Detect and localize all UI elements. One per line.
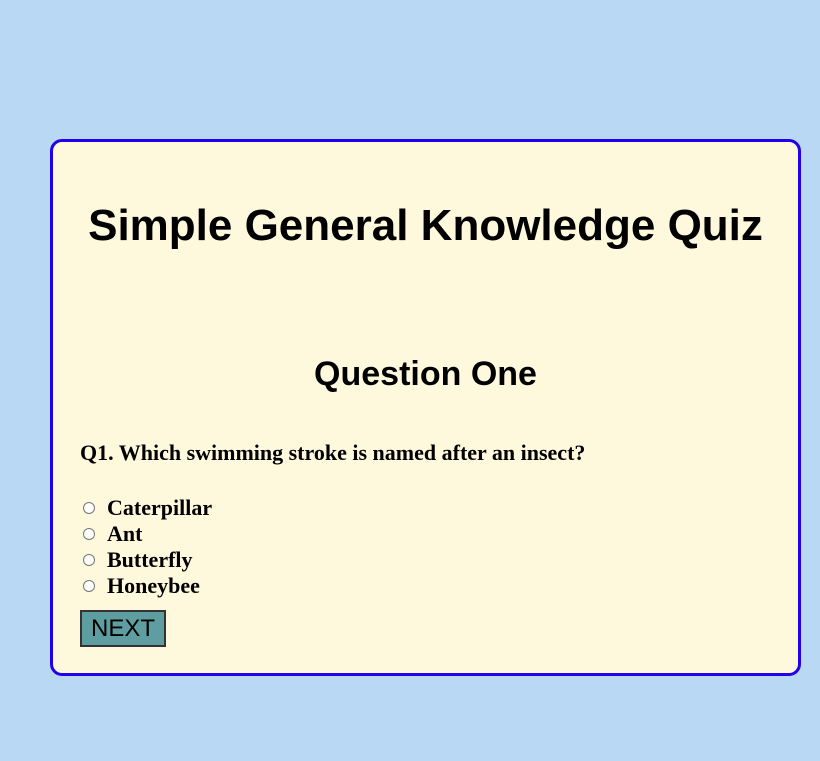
- option-label[interactable]: Butterfly: [107, 547, 193, 573]
- quiz-title: Simple General Knowledge Quiz: [88, 201, 763, 250]
- option-honeybee[interactable]: Honeybee: [83, 573, 212, 599]
- option-label[interactable]: Honeybee: [107, 573, 200, 599]
- option-label[interactable]: Caterpillar: [107, 495, 212, 521]
- question-text: Q1. Which swimming stroke is named after…: [80, 440, 586, 465]
- radio-button-icon[interactable]: [83, 554, 95, 566]
- option-ant[interactable]: Ant: [83, 521, 212, 547]
- option-butterfly[interactable]: Butterfly: [83, 547, 212, 573]
- option-caterpillar[interactable]: Caterpillar: [83, 495, 212, 521]
- question-heading: Question One: [314, 355, 537, 393]
- option-label[interactable]: Ant: [107, 521, 142, 547]
- answer-options: Caterpillar Ant Butterfly Honeybee: [83, 495, 212, 599]
- quiz-card: Simple General Knowledge Quiz Question O…: [50, 139, 801, 676]
- radio-button-icon[interactable]: [83, 580, 95, 592]
- next-button[interactable]: NEXT: [80, 610, 166, 647]
- radio-button-icon[interactable]: [83, 528, 95, 540]
- radio-button-icon[interactable]: [83, 502, 95, 514]
